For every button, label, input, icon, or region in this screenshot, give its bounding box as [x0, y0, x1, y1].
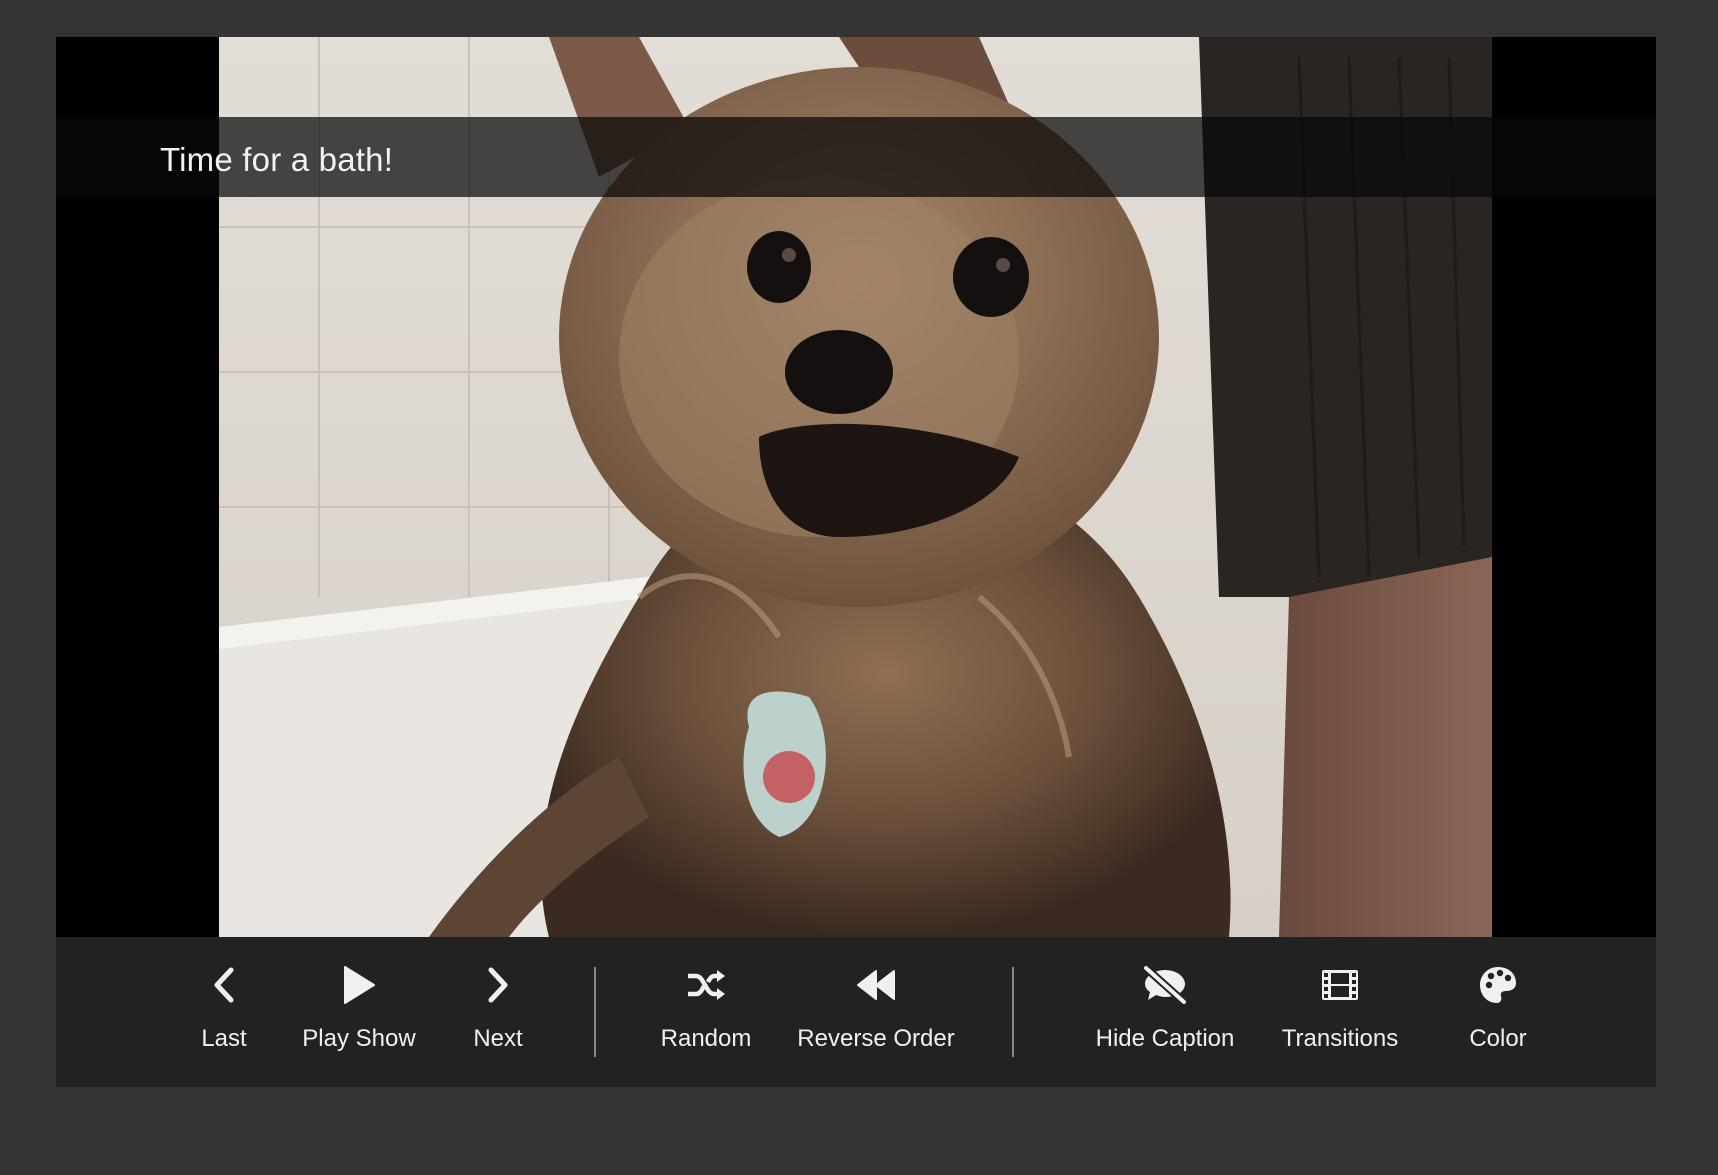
transitions-button[interactable]: Transitions — [1270, 937, 1410, 1087]
film-icon — [1310, 963, 1370, 1007]
hide-caption-button[interactable]: Hide Caption — [1080, 937, 1250, 1087]
chevron-right-icon — [468, 963, 528, 1007]
slideshow-toolbar: Last Play Show Next Random Reverse Order… — [56, 937, 1656, 1087]
palette-icon — [1468, 963, 1528, 1007]
toolbar-divider — [1012, 967, 1014, 1057]
transitions-label: Transitions — [1281, 1025, 1399, 1052]
backward-icon — [846, 963, 906, 1007]
play-show-label: Play Show — [302, 1025, 416, 1052]
next-button[interactable]: Next — [452, 937, 544, 1087]
reverse-order-label: Reverse Order — [797, 1025, 955, 1052]
chevron-left-icon — [194, 963, 254, 1007]
last-button[interactable]: Last — [176, 937, 272, 1087]
shuffle-icon — [676, 963, 736, 1007]
next-label: Next — [473, 1025, 523, 1052]
slideshow-app: Time for a bath! Last Play Show Next Ran… — [56, 37, 1656, 1087]
random-button[interactable]: Random — [646, 937, 766, 1087]
slide-stage: Time for a bath! — [56, 37, 1656, 937]
color-label: Color — [1469, 1025, 1527, 1052]
random-label: Random — [660, 1025, 752, 1052]
slide-caption: Time for a bath! — [160, 141, 394, 178]
color-button[interactable]: Color — [1450, 937, 1546, 1087]
last-label: Last — [201, 1025, 247, 1052]
play-show-button[interactable]: Play Show — [284, 937, 434, 1087]
toolbar-divider — [594, 967, 596, 1057]
play-icon — [329, 963, 389, 1007]
reverse-order-button[interactable]: Reverse Order — [786, 937, 966, 1087]
hide-caption-label: Hide Caption — [1095, 1025, 1235, 1052]
comment-slash-icon — [1135, 963, 1195, 1007]
